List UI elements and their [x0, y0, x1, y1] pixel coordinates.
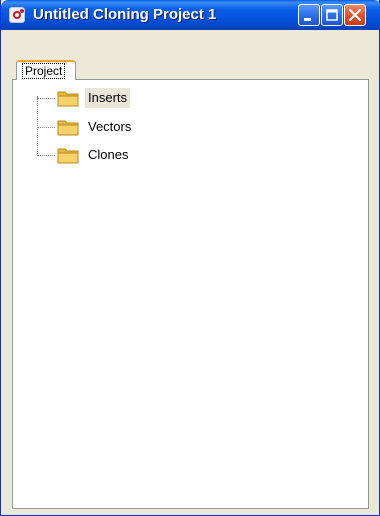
tab-project[interactable]: Project [16, 60, 76, 80]
tree-connector [37, 96, 38, 156]
minimize-icon [304, 18, 311, 21]
maximize-button[interactable] [321, 4, 343, 26]
tree-item-label: Vectors [88, 119, 132, 134]
folder-icon [57, 120, 79, 136]
minimize-button[interactable] [298, 4, 320, 26]
title-bar[interactable]: Untitled Cloning Project 1 [1, 0, 380, 30]
folder-icon [57, 148, 79, 164]
app-icon[interactable] [9, 7, 25, 23]
close-button[interactable] [344, 4, 366, 26]
tree-connector [37, 98, 55, 99]
close-icon [348, 8, 362, 22]
tree-connector [37, 127, 55, 128]
app-window: Untitled Cloning Project 1 Project Inser… [0, 0, 380, 516]
folder-icon [57, 91, 79, 107]
tab-project-label: Project [22, 63, 66, 79]
tree-connector [37, 155, 55, 156]
project-tree-panel [12, 79, 369, 509]
tree-item-label: Inserts [85, 88, 131, 108]
tree-item-label: Clones [88, 147, 129, 162]
maximize-icon [326, 9, 338, 21]
window-title: Untitled Cloning Project 1 [33, 6, 217, 23]
